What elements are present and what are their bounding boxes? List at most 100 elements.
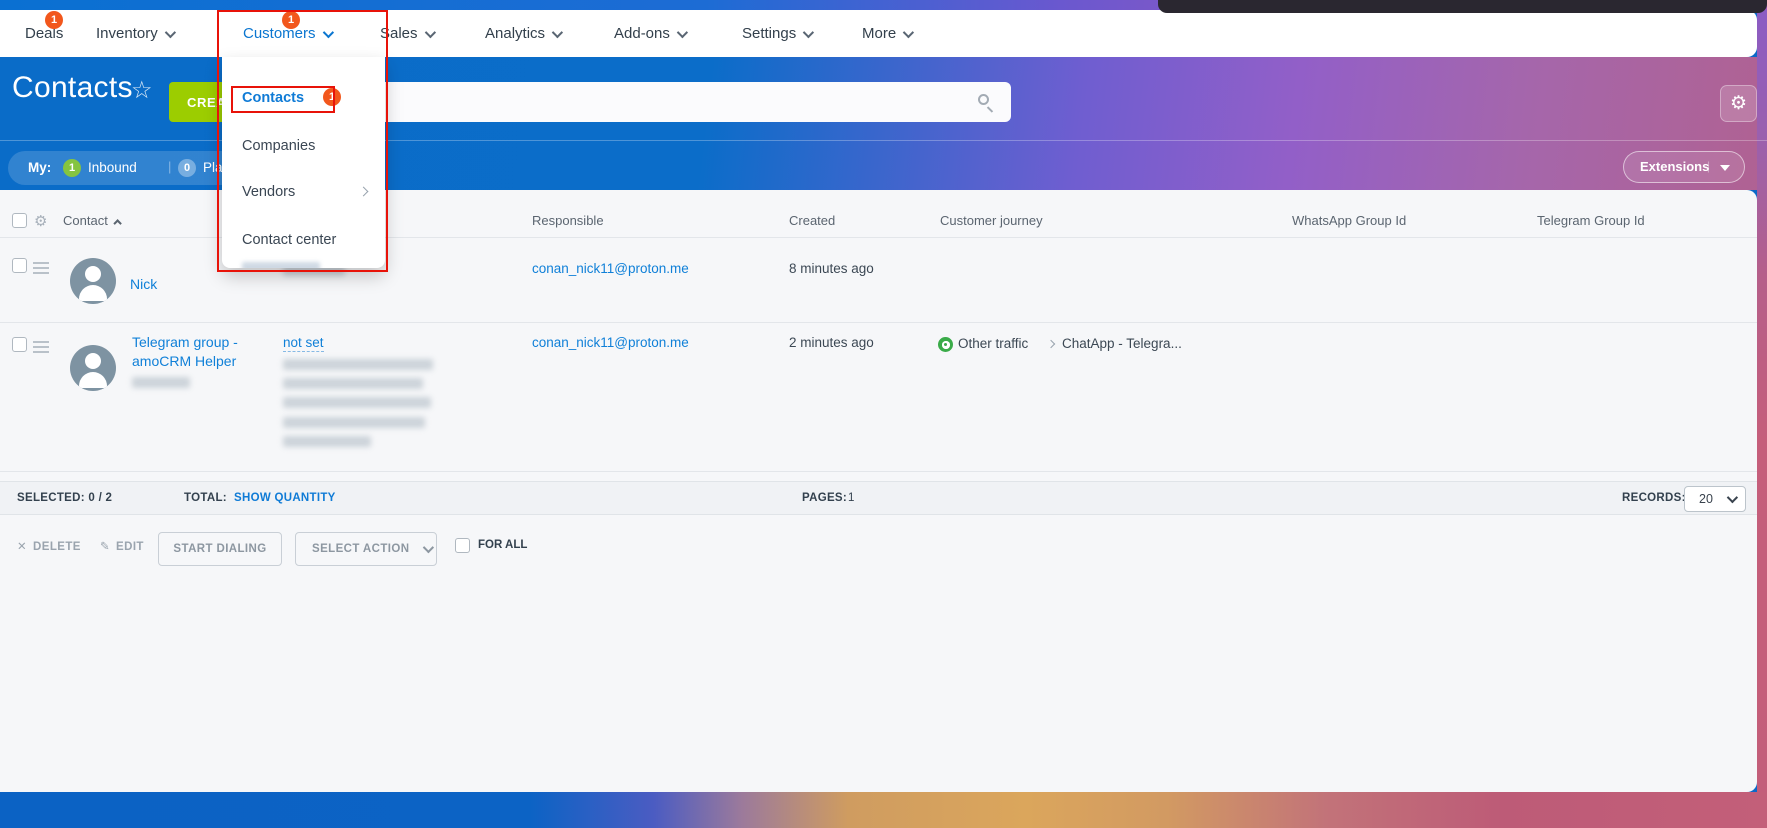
- customers-count-badge: 1: [282, 11, 300, 29]
- contact-name-link[interactable]: Nick: [130, 276, 157, 292]
- for-all-checkbox[interactable]: [455, 538, 470, 553]
- table-border: [0, 471, 1757, 472]
- redacted-text: [283, 417, 425, 428]
- desktop-gradient-bottom: [0, 792, 1767, 828]
- contact-name-link-line2[interactable]: amoCRM Helper: [132, 353, 236, 369]
- table-settings-gear-icon[interactable]: ⚙: [34, 212, 47, 230]
- favorite-star-icon[interactable]: ☆: [131, 76, 153, 105]
- inbound-count-badge: 1: [63, 159, 81, 177]
- nav-label: Sales: [380, 25, 418, 42]
- nav-item-more[interactable]: More: [862, 10, 911, 57]
- nav-label: Analytics: [485, 25, 545, 42]
- nav-item-settings[interactable]: Settings: [742, 10, 811, 57]
- extensions-caret-icon[interactable]: [1720, 165, 1730, 171]
- column-header-journey[interactable]: Customer journey: [940, 213, 1043, 228]
- created-time: 2 minutes ago: [789, 335, 874, 350]
- nav-label: Inventory: [96, 25, 158, 42]
- show-quantity-link[interactable]: SHOW QUANTITY: [234, 492, 336, 504]
- redacted-text: [242, 262, 320, 268]
- drag-handle-icon[interactable]: [33, 341, 49, 353]
- sort-asc-icon: [113, 219, 121, 227]
- nav-item-sales[interactable]: Sales: [380, 10, 433, 57]
- nav-label: Settings: [742, 25, 796, 42]
- pagination-bar: SELECTED: 0 / 2 TOTAL: SHOW QUANTITY PAG…: [0, 481, 1757, 515]
- redacted-text: [283, 359, 433, 370]
- submenu-chevron-icon: [359, 187, 369, 197]
- nav-label: Customers: [243, 25, 316, 42]
- chevron-down-icon: [164, 26, 175, 37]
- nav-item-inventory[interactable]: Inventory: [96, 10, 173, 57]
- responsible-email-link[interactable]: conan_nick11@proton.me: [532, 261, 689, 276]
- not-set-link[interactable]: not set: [283, 335, 324, 350]
- select-action-button[interactable]: SELECT ACTION: [295, 532, 437, 566]
- column-header-responsible[interactable]: Responsible: [532, 213, 604, 228]
- dropdown-item-vendors[interactable]: Vendors: [242, 184, 295, 200]
- bulk-action-bar: ✕DELETE ✎EDIT START DIALING SELECT ACTIO…: [0, 515, 1757, 580]
- dropdown-item-contacts[interactable]: Contacts 1: [242, 90, 304, 106]
- pipeline-separator: |: [168, 159, 171, 174]
- selected-count: SELECTED: 0 / 2: [17, 492, 112, 504]
- row-checkbox[interactable]: [12, 337, 27, 352]
- row-checkbox[interactable]: [12, 258, 27, 273]
- customers-dropdown-menu: Contacts 1 Companies Vendors Contact cen…: [222, 57, 385, 268]
- search-icon: [978, 94, 989, 105]
- contact-avatar[interactable]: [70, 258, 116, 304]
- desktop-gradient-right: [1757, 10, 1767, 792]
- for-all-label: FOR ALL: [478, 539, 527, 551]
- redacted-text: [283, 378, 423, 389]
- traffic-source-icon: [938, 337, 953, 352]
- chevron-down-icon: [423, 542, 434, 553]
- redacted-text: [132, 377, 190, 388]
- contact-avatar[interactable]: [70, 345, 116, 391]
- chevron-down-icon: [424, 26, 435, 37]
- header-settings-button[interactable]: ⚙: [1720, 85, 1757, 122]
- delete-button[interactable]: ✕DELETE: [17, 539, 81, 553]
- search-input[interactable]: [349, 82, 1011, 122]
- contacts-count-badge: 1: [323, 88, 341, 106]
- pipeline-inbound-label[interactable]: Inbound: [88, 160, 137, 175]
- nav-label: More: [862, 25, 896, 42]
- journey-step: ChatApp - Telegra...: [1062, 336, 1182, 351]
- delete-x-icon: ✕: [17, 541, 27, 553]
- planned-count-badge: 0: [178, 159, 196, 177]
- redacted-text: [283, 436, 371, 447]
- chevron-down-icon: [1727, 492, 1738, 503]
- records-label: RECORDS:: [1622, 492, 1686, 504]
- pages-value: 1: [848, 492, 855, 504]
- select-all-checkbox[interactable]: [12, 213, 27, 228]
- my-filter-label: My:: [28, 160, 51, 175]
- chevron-down-icon: [677, 26, 688, 37]
- extensions-label: Extensions: [1640, 159, 1709, 174]
- column-header-whatsapp[interactable]: WhatsApp Group Id: [1292, 213, 1406, 228]
- page-title: Contacts: [12, 71, 133, 105]
- drag-handle-icon[interactable]: [33, 262, 49, 274]
- dropdown-item-contact-center[interactable]: Contact center: [242, 232, 336, 248]
- extensions-button[interactable]: Extensions |: [1623, 151, 1745, 183]
- redacted-text: [283, 397, 431, 408]
- chevron-down-icon: [803, 26, 814, 37]
- nav-item-analytics[interactable]: Analytics: [485, 10, 560, 57]
- dropdown-item-companies[interactable]: Companies: [242, 138, 315, 154]
- top-nav-bar: Deals Inventory Customers Sales Analytic…: [0, 10, 1757, 57]
- created-time: 8 minutes ago: [789, 261, 874, 276]
- extensions-separator: |: [1707, 159, 1710, 173]
- deals-count-badge: 1: [45, 11, 63, 29]
- overlay-dark-bar: [1158, 0, 1767, 13]
- edit-button[interactable]: ✎EDIT: [100, 539, 144, 553]
- journey-source: Other traffic: [958, 336, 1028, 351]
- responsible-email-link[interactable]: conan_nick11@proton.me: [532, 335, 689, 350]
- nav-item-addons[interactable]: Add-ons: [614, 10, 685, 57]
- contact-name-link[interactable]: Telegram group -: [132, 334, 238, 350]
- column-header-telegram[interactable]: Telegram Group Id: [1537, 213, 1645, 228]
- chevron-down-icon: [322, 26, 333, 37]
- total-label: TOTAL:: [184, 492, 227, 504]
- records-per-page-select[interactable]: 20: [1684, 486, 1746, 512]
- column-header-contact[interactable]: Contact: [63, 213, 122, 228]
- pages-label: PAGES:: [802, 492, 847, 504]
- column-header-created[interactable]: Created: [789, 213, 835, 228]
- nav-label: Add-ons: [614, 25, 670, 42]
- start-dialing-button[interactable]: START DIALING: [158, 532, 282, 566]
- table-border: [0, 322, 1757, 323]
- chevron-down-icon: [903, 26, 914, 37]
- edit-pencil-icon: ✎: [100, 541, 110, 553]
